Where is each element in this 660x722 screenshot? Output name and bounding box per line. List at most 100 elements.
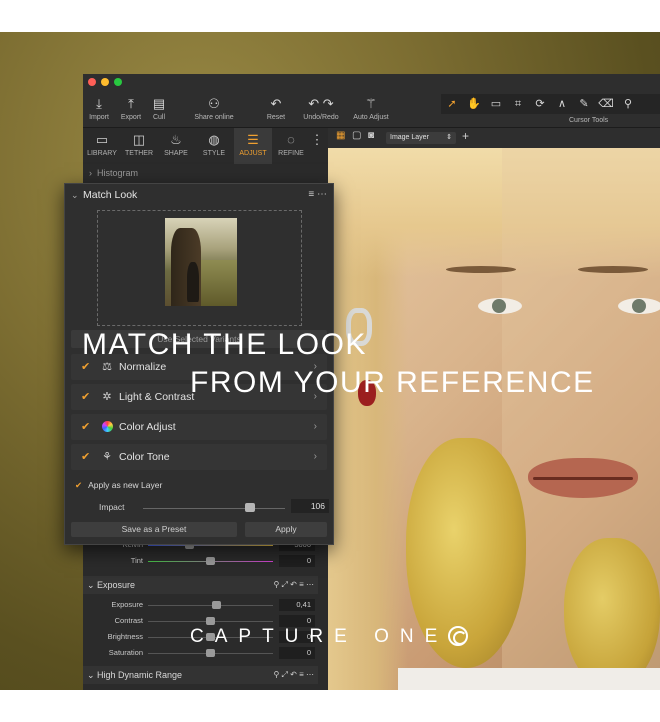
more-vertical-icon: ⋮ [310,132,324,147]
save-preset-button[interactable]: Save as a Preset [71,522,237,537]
photo-top [398,668,660,690]
histogram-label: Histogram [97,168,139,178]
color-tone-icon: ⚘ [102,451,112,463]
sliders-icon: ☰ [247,132,259,147]
thumb-field [201,260,237,306]
export-button[interactable]: ⤒ Export [117,94,145,121]
close-dot[interactable] [88,78,96,86]
chevron-right-icon: › [313,421,317,432]
auto-adjust-button[interactable]: ⚚ Auto Adjust [347,94,395,121]
add-layer-icon[interactable]: + [462,129,469,143]
photo-lips-line [533,477,633,480]
import-label: Import [89,114,109,121]
contrast-label: Contrast [114,616,143,625]
grid-view-icon[interactable]: ▦ [336,130,345,141]
exposure-header[interactable]: ⌄ Exposure ⚲ ⤢ ↶ ≡ ⋯ [83,576,318,594]
capture-one-logo-icon [448,626,468,646]
exposure-value[interactable]: 0,41 [279,599,315,611]
title-bar [83,74,660,90]
color-wheel-icon [99,414,115,442]
cull-label: Cull [152,114,166,121]
tab-library-label: LIBRARY [87,150,117,157]
crop-area-icon[interactable]: ▭ [485,94,507,114]
brush-icon[interactable]: ✎ [573,94,595,114]
match-look-title: Match Look [83,189,138,201]
compare-view-icon[interactable]: ◙ [368,130,374,141]
exposure-track[interactable] [148,605,273,606]
tint-knob[interactable] [206,557,215,565]
tab-library[interactable]: ▭ LIBRARY [83,130,121,157]
thumb-person [187,262,199,302]
cursor-tools-label: Cursor Tools [569,117,609,124]
brand-wordmark: CAPTURE ONE [190,626,449,647]
select-cursor-icon[interactable]: ➚ [441,94,463,114]
zoom-dot[interactable] [114,78,122,86]
match-look-header[interactable]: ⌄ Match Look ≡ ⋯ [65,184,333,206]
cull-button[interactable]: ▤ Cull [149,94,169,121]
checkbox-light-contrast[interactable]: ✔ [81,384,90,410]
tint-label: Tint [130,556,143,565]
auto-adjust-label: Auto Adjust [353,114,389,121]
kelvin-track[interactable] [148,545,273,546]
impact-value-field[interactable]: 106 [291,499,329,513]
import-button[interactable]: ⤓ Import [87,94,111,121]
layer-select[interactable]: Image Layer ⇕ [386,132,456,144]
saturation-knob[interactable] [206,649,215,657]
rotate-icon[interactable]: ⟳ [529,94,551,114]
option-color-adjust[interactable]: ✔ Color Adjust › [71,414,327,440]
hand-icon[interactable]: ✋ [463,94,485,114]
hdr-header[interactable]: ⌄ High Dynamic Range ⚲ ⤢ ↶ ≡ ⋯ [83,666,318,684]
tab-shape[interactable]: ♨ SHAPE [157,130,195,157]
style-icon: ◍ [208,132,220,147]
photo-brow-left [446,266,516,273]
option-light-contrast-label: Light & Contrast [119,391,195,403]
viewer-photo[interactable] [328,148,660,690]
tab-adjust[interactable]: ☰ ADJUST [234,130,272,157]
match-look-panel: ⌄ Match Look ≡ ⋯ Use Selected Variants ✔… [64,183,334,545]
apply-button[interactable]: Apply [245,522,327,537]
histogram-header[interactable]: › Histogram [83,164,328,182]
tab-style[interactable]: ◍ STYLE [195,130,233,157]
reset-button[interactable]: ↶ Reset [263,94,289,121]
hdr-header-label: High Dynamic Range [97,670,183,680]
picker-icon[interactable]: ⚲ [617,94,639,114]
option-color-tone[interactable]: ✔ ⚘ Color Tone › [71,444,327,470]
camera-icon: ◫ [132,132,146,147]
minimize-dot[interactable] [101,78,109,86]
impact-slider-knob[interactable] [244,503,255,512]
saturation-value[interactable]: 0 [279,647,315,659]
reference-dropzone[interactable] [97,210,302,326]
tabs-more-button[interactable]: ⋮ [307,130,327,150]
share-button[interactable]: ⚇ Share online [187,94,241,121]
chevron-right-icon: › [89,168,92,178]
crop-icon[interactable]: ⌗ [507,94,529,114]
shape-icon: ♨ [170,132,182,147]
tool-header-icons[interactable]: ⚲ ⤢ ↶ ≡ ⋯ [273,666,314,684]
export-label: Export [120,114,142,121]
panel-menu-icons[interactable]: ≡ ⋯ [308,184,327,206]
reference-thumbnail[interactable] [165,218,237,306]
folder-icon: ▭ [95,132,109,147]
tab-tether[interactable]: ◫ TETHER [120,130,158,157]
impact-slider-track[interactable] [143,508,285,509]
keystone-icon[interactable]: ∧ [551,94,573,114]
tool-header-icons[interactable]: ⚲ ⤢ ↶ ≡ ⋯ [273,576,314,594]
import-icon: ⤓ [96,96,102,111]
apply-as-layer-checkbox[interactable]: ✔ Apply as new Layer [75,480,162,491]
reset-icon: ↶ [270,96,282,111]
contrast-knob[interactable] [206,617,215,625]
tool-tabs: ▭ LIBRARY ◫ TETHER ♨ SHAPE ◍ STYLE ☰ ADJUST ◌… [83,128,328,164]
single-view-icon[interactable]: ▢ [352,130,361,141]
option-color-adjust-label: Color Adjust [119,421,176,433]
undo-redo-button[interactable]: ↶ ↷ Undo/Redo [299,94,343,121]
checkbox-color-adjust[interactable]: ✔ [81,414,90,440]
headline-line-2: FROM YOUR REFERENCE [190,366,595,399]
exposure-knob[interactable] [212,601,221,609]
tint-value[interactable]: 0 [279,555,315,567]
eraser-icon[interactable]: ⌫ [595,94,617,114]
checkbox-apply-layer[interactable]: ✔ [75,480,82,490]
exposure-label: Exposure [111,600,143,609]
checkbox-color-tone[interactable]: ✔ [81,444,90,470]
reset-label: Reset [266,114,286,121]
tab-refine[interactable]: ◌ REFINE [272,130,310,157]
